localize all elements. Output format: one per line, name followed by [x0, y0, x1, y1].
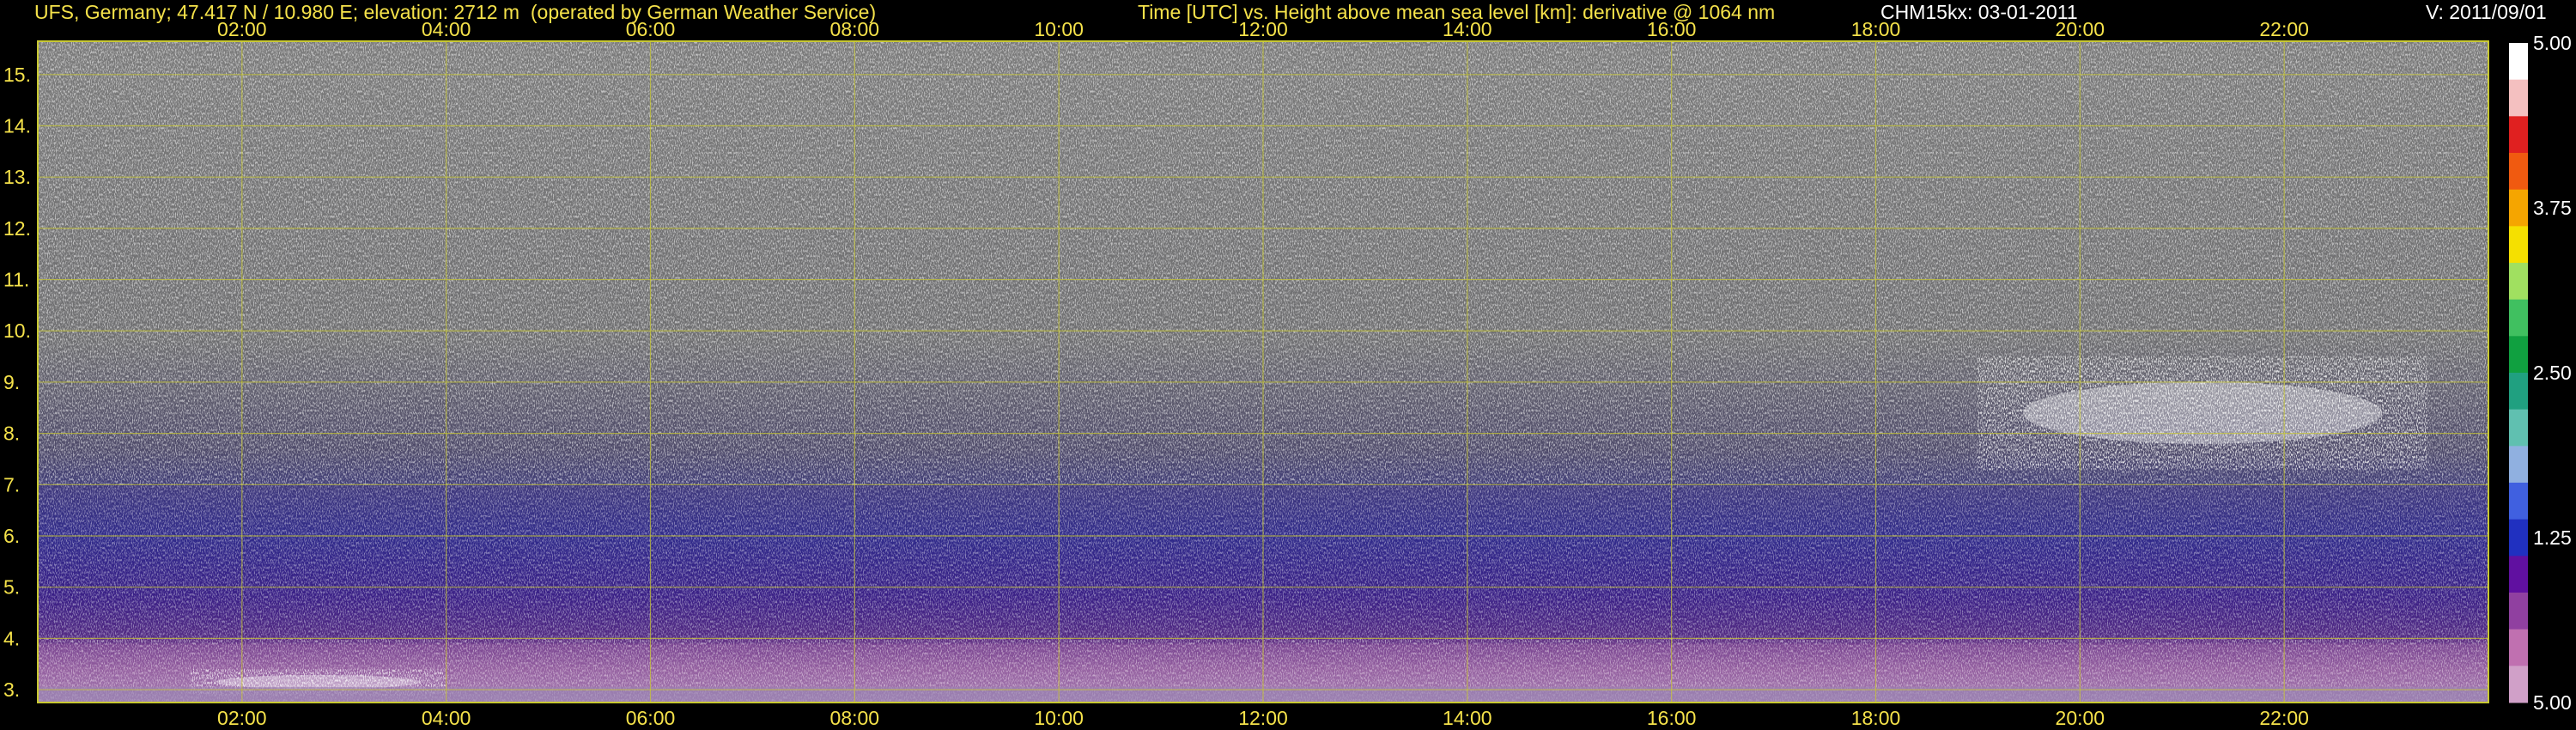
version-label: V: 2011/09/01 — [2426, 1, 2547, 23]
colorbar-tick-label: 3.75 — [2533, 197, 2572, 219]
x-tick-label-bottom: 10:00 — [1034, 707, 1084, 729]
colorbar-segment — [2509, 373, 2528, 411]
colorbar-tick-label: 5.00 — [2533, 691, 2572, 714]
colorbar-segment — [2509, 519, 2528, 557]
y-tick-label: 6. — [3, 525, 20, 547]
colorbar-segment — [2509, 226, 2528, 264]
y-tick-label: 11. — [3, 269, 29, 291]
feature-core — [216, 674, 421, 690]
colorbar-segment — [2509, 43, 2528, 81]
x-tick-label-bottom: 14:00 — [1443, 707, 1492, 729]
feature-core — [2022, 381, 2383, 444]
colorbar-tick-label: 1.25 — [2533, 526, 2572, 549]
x-tick-label-bottom: 02:00 — [217, 707, 267, 729]
colorbar-segment — [2509, 79, 2528, 117]
colorbar-segment — [2509, 189, 2528, 227]
colorbar-tick-label: 5.00 — [2533, 32, 2572, 54]
colorbar-segment — [2509, 409, 2528, 447]
colorbar-segment — [2509, 336, 2528, 374]
x-tick-label-bottom: 16:00 — [1647, 707, 1697, 729]
site-info: UFS, Germany; 47.417 N / 10.980 E; eleva… — [34, 1, 877, 23]
x-tick-label-bottom: 08:00 — [830, 707, 880, 729]
lidar-plot: 02:0002:0004:0004:0006:0006:0008:0008:00… — [3, 18, 2572, 729]
chart-title: Time [UTC] vs. Height above mean sea lev… — [1138, 1, 1776, 23]
y-tick-label: 9. — [3, 371, 20, 393]
colorbar-segment — [2509, 446, 2528, 484]
x-tick-label-bottom: 06:00 — [626, 707, 676, 729]
x-tick-label-bottom: 18:00 — [1851, 707, 1901, 729]
colorbar-segment — [2509, 153, 2528, 191]
x-tick-label-top: 10:00 — [1034, 18, 1084, 40]
y-tick-label: 10. — [3, 319, 31, 342]
x-tick-label-bottom: 20:00 — [2056, 707, 2105, 729]
x-tick-label-bottom: 04:00 — [422, 707, 471, 729]
y-tick-label: 7. — [3, 473, 20, 496]
colorbar-segment — [2509, 666, 2528, 703]
instrument-date: CHM15kx: 03-01-2011 — [1880, 1, 2078, 23]
y-tick-label: 13. — [3, 166, 31, 188]
y-tick-label: 14. — [3, 114, 31, 137]
y-tick-label: 4. — [3, 627, 20, 649]
y-tick-label: 12. — [3, 217, 31, 240]
colorbar-segment — [2509, 116, 2528, 154]
colorbar-segment — [2509, 263, 2528, 301]
colorbar-segment — [2509, 299, 2528, 337]
colorbar-segment — [2509, 556, 2528, 593]
y-tick-label: 5. — [3, 576, 20, 599]
colorbar-segment — [2509, 483, 2528, 520]
y-tick-label: 3. — [3, 678, 20, 701]
y-tick-label: 15. — [3, 64, 31, 86]
x-tick-label-bottom: 22:00 — [2259, 707, 2309, 729]
colorbar-segment — [2509, 593, 2528, 630]
y-tick-label: 8. — [3, 423, 20, 445]
colorbar-tick-label: 2.50 — [2533, 362, 2572, 384]
x-tick-label-bottom: 12:00 — [1238, 707, 1288, 729]
x-tick-label-top: 22:00 — [2259, 18, 2309, 40]
colorbar-segment — [2509, 629, 2528, 666]
